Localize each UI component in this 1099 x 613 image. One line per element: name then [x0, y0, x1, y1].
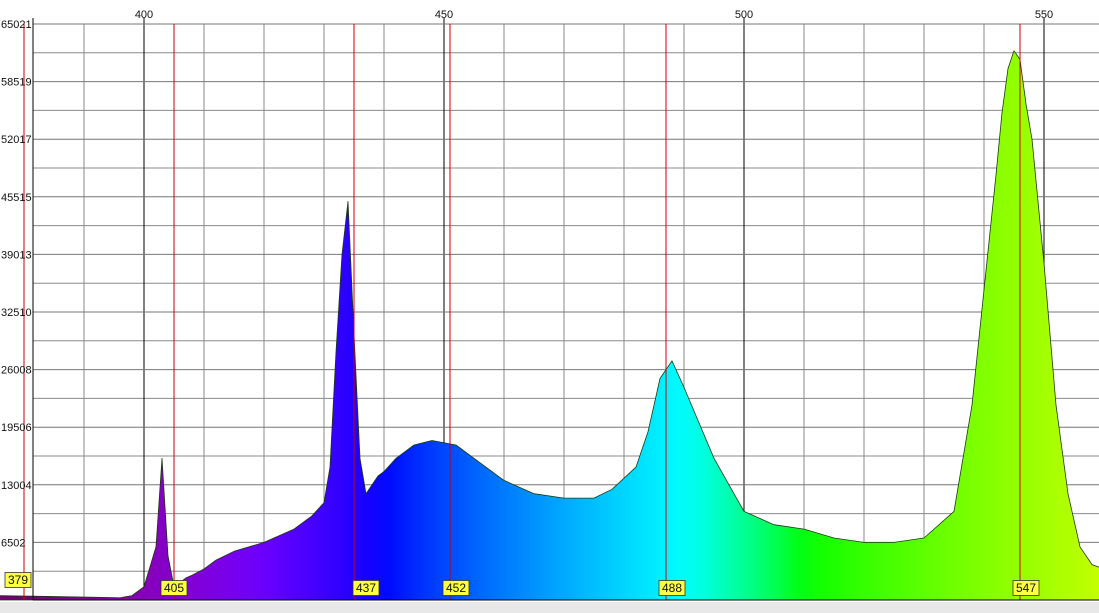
peak-label-text: 488: [662, 581, 682, 595]
peak-label-text: 547: [1016, 581, 1036, 595]
peak-label: 437: [352, 580, 380, 596]
y-tick-label: 26008: [1, 365, 32, 377]
peak-label: 547: [1012, 580, 1040, 596]
x-tick-label: 500: [735, 9, 753, 21]
peak-label: 379: [4, 572, 32, 588]
y-tick-label: 45515: [1, 192, 32, 204]
peak-label: 452: [442, 580, 470, 596]
status-strip: [0, 602, 1099, 613]
y-tick-label: 13004: [1, 480, 32, 492]
x-tick-label: 400: [135, 9, 153, 21]
x-tick-label: 550: [1035, 9, 1053, 21]
peak-label: 405: [160, 580, 188, 596]
y-tick-label: 32510: [1, 307, 32, 319]
x-tick-label: 450: [435, 9, 453, 21]
y-tick-label: 52017: [1, 134, 32, 146]
peak-label-text: 379: [8, 573, 28, 587]
y-tick-label: 6502: [1, 537, 25, 549]
y-tick-label: 58519: [1, 77, 32, 89]
peak-label-text: 452: [446, 581, 466, 595]
peak-label-text: 405: [164, 581, 184, 595]
spectrum-chart: 400450500550600650700 650213004195062600…: [0, 0, 1099, 613]
peak-label-text: 437: [356, 581, 376, 595]
y-tick-label: 65021: [1, 19, 32, 31]
y-tick-label: 39013: [1, 249, 32, 261]
y-tick-label: 19506: [1, 422, 32, 434]
peak-label: 488: [658, 580, 686, 596]
